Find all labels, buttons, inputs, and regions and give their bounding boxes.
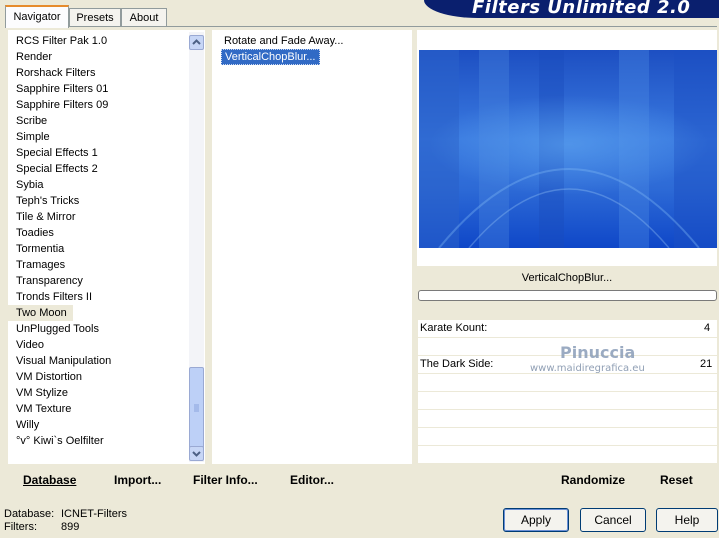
category-item[interactable]: RCS Filter Pak 1.0 bbox=[8, 33, 113, 49]
filter-info-label: Filter Info... bbox=[193, 473, 258, 487]
category-item[interactable]: Scribe bbox=[8, 113, 53, 129]
category-item[interactable]: Special Effects 2 bbox=[8, 161, 104, 177]
category-item[interactable]: Tormentia bbox=[8, 241, 70, 257]
filter-info-button[interactable]: Filter Info... bbox=[193, 473, 258, 487]
param-value-dark-side: 21 bbox=[700, 358, 713, 370]
progress-bar bbox=[418, 290, 717, 301]
category-item[interactable]: VM Stylize bbox=[8, 385, 74, 401]
category-list[interactable]: RCS Filter Pak 1.0 Render Rorshack Filters… bbox=[8, 30, 205, 464]
param-row-empty bbox=[418, 428, 717, 445]
param-row-empty bbox=[418, 446, 717, 463]
help-button[interactable]: Help bbox=[656, 508, 718, 532]
filters-count-label: Filters: bbox=[4, 521, 37, 533]
param-row-empty bbox=[418, 410, 717, 427]
preview-image bbox=[419, 50, 717, 248]
param-label-dark-side: The Dark Side: bbox=[420, 358, 494, 370]
chevron-down-icon bbox=[192, 451, 201, 457]
category-item[interactable]: Visual Manipulation bbox=[8, 353, 117, 369]
category-item[interactable]: Willy bbox=[8, 417, 45, 433]
apply-button[interactable]: Apply bbox=[503, 508, 569, 532]
chevron-up-icon bbox=[192, 39, 201, 45]
category-item[interactable]: Sapphire Filters 09 bbox=[8, 97, 114, 113]
cancel-button[interactable]: Cancel bbox=[580, 508, 646, 532]
category-item[interactable]: UnPlugged Tools bbox=[8, 321, 105, 337]
filter-list[interactable]: Rotate and Fade Away... VerticalChopBlur… bbox=[212, 30, 412, 464]
filter-item[interactable]: Rotate and Fade Away... bbox=[221, 34, 346, 48]
editor-button[interactable]: Editor... bbox=[290, 473, 334, 487]
import-label: Import... bbox=[114, 473, 162, 487]
category-item[interactable]: Sybia bbox=[8, 177, 50, 193]
banner-title: Filters Unlimited 2.0 bbox=[472, 0, 691, 18]
param-row-empty bbox=[418, 392, 717, 409]
watermark-text: Pinuccia bbox=[560, 343, 636, 362]
filters-count-value: 899 bbox=[61, 521, 80, 533]
category-item[interactable]: Teph's Tricks bbox=[8, 193, 85, 209]
category-item[interactable]: Tile & Mirror bbox=[8, 209, 81, 225]
database-button[interactable]: Database bbox=[23, 473, 76, 487]
category-item[interactable]: Video bbox=[8, 337, 50, 353]
database-status-label: Database: bbox=[4, 508, 55, 520]
category-item[interactable]: VM Texture bbox=[8, 401, 77, 417]
category-item[interactable]: Sapphire Filters 01 bbox=[8, 81, 114, 97]
param-value-karate-kount: 4 bbox=[704, 322, 711, 334]
editor-label: Editor... bbox=[290, 473, 335, 487]
category-item-selected[interactable]: Two Moon bbox=[8, 305, 73, 321]
scroll-thumb[interactable] bbox=[189, 367, 204, 449]
category-item[interactable]: °v° Kiwi`s Oelfilter bbox=[8, 433, 110, 449]
reset-label: Reset bbox=[660, 473, 693, 487]
scroll-down-button[interactable] bbox=[189, 446, 204, 461]
param-label-karate-kount: Karate Kount: bbox=[420, 322, 488, 334]
category-item[interactable]: Toadies bbox=[8, 225, 60, 241]
watermark-url: www.maidiregrafica.eu bbox=[530, 363, 645, 374]
category-item[interactable]: Render bbox=[8, 49, 58, 65]
category-item[interactable]: Tramages bbox=[8, 257, 71, 273]
database-status-value: ICNET-Filters bbox=[61, 508, 127, 520]
category-scrollbar[interactable] bbox=[189, 32, 204, 462]
category-item[interactable]: Rorshack Filters bbox=[8, 65, 101, 81]
randomize-label: Randomize bbox=[561, 473, 626, 487]
grip-icon bbox=[194, 404, 199, 412]
randomize-button[interactable]: Randomize bbox=[561, 473, 625, 487]
import-button[interactable]: Import... bbox=[114, 473, 161, 487]
tab-navigator[interactable]: Navigator bbox=[5, 5, 69, 28]
filter-item-selected[interactable]: VerticalChopBlur... bbox=[221, 49, 320, 65]
title-banner: Filters Unlimited 2.0 bbox=[424, 0, 719, 18]
preview-filter-name: VerticalChopBlur... bbox=[521, 272, 613, 284]
category-item[interactable]: Simple bbox=[8, 129, 56, 145]
tab-about[interactable]: About bbox=[121, 8, 167, 27]
scroll-up-button[interactable] bbox=[189, 35, 204, 50]
preview-area bbox=[417, 30, 717, 266]
database-label: Database bbox=[23, 473, 77, 487]
category-item[interactable]: Transparency bbox=[8, 273, 89, 289]
category-item[interactable]: VM Distortion bbox=[8, 369, 88, 385]
param-row-empty bbox=[418, 374, 717, 391]
reset-button[interactable]: Reset bbox=[660, 473, 693, 487]
category-item[interactable]: Tronds Filters II bbox=[8, 289, 98, 305]
category-item[interactable]: Special Effects 1 bbox=[8, 145, 104, 161]
tab-presets[interactable]: Presets bbox=[69, 8, 121, 27]
